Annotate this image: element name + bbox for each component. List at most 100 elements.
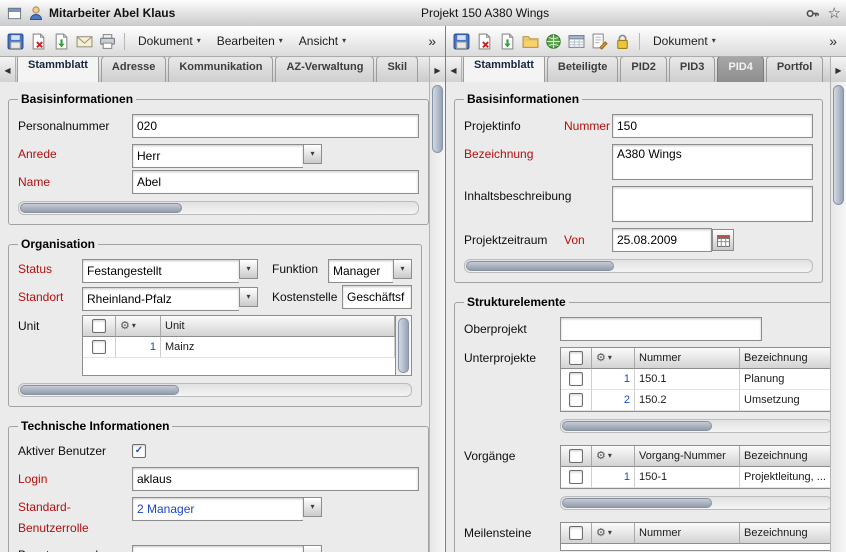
scrollbar-thumb[interactable] — [20, 385, 179, 395]
column-header-bezeichnung[interactable]: Bezeichnung — [740, 523, 831, 544]
tabs-scroll-left-button[interactable]: ◀ — [446, 57, 462, 83]
tab-stammblatt[interactable]: Stammblatt — [463, 57, 545, 83]
globe-icon[interactable] — [543, 31, 564, 52]
tabs-scroll-right-button[interactable]: ▶ — [830, 57, 846, 83]
status-value[interactable]: Festangestellt — [82, 259, 239, 283]
checkbox[interactable] — [569, 470, 583, 484]
bezeichnung-input[interactable]: A380 Wings — [612, 144, 813, 180]
tab-beteiligte[interactable]: Beteiligte — [547, 57, 619, 83]
table-row[interactable]: 1 Mainz — [83, 337, 395, 358]
horizontal-scrollbar[interactable] — [464, 259, 813, 273]
select-all-checkbox[interactable] — [561, 348, 592, 369]
calendar-button[interactable] — [712, 229, 734, 251]
kostenstelle-input[interactable]: Geschäftsf — [342, 285, 412, 309]
edit-document-icon[interactable] — [589, 31, 610, 52]
benutzersprache-value[interactable]: deutsch — [132, 545, 303, 552]
star-icon[interactable]: ☆ — [828, 6, 841, 21]
aktiver-benutzer-checkbox[interactable]: ✓ — [132, 444, 146, 458]
column-header-bezeichnung[interactable]: Bezeichnung — [740, 446, 831, 467]
email-icon[interactable] — [74, 31, 95, 52]
row-number-link[interactable]: 2 — [592, 390, 635, 411]
cell-nummer[interactable]: 150-1 — [635, 467, 740, 488]
checkbox[interactable] — [92, 319, 106, 333]
funktion-select[interactable]: Manager ▾ — [328, 259, 412, 279]
name-input[interactable]: Abel — [132, 170, 419, 194]
cell-bezeichnung[interactable]: Planung — [740, 369, 831, 390]
row-number-link[interactable]: 1 — [592, 467, 635, 488]
cell-bezeichnung[interactable]: Projektleitung, ... — [740, 467, 831, 488]
funktion-value[interactable]: Manager — [328, 259, 393, 283]
gear-menu-button[interactable]: ⚙▾ — [592, 348, 635, 369]
gear-menu-button[interactable]: ⚙▾ — [592, 523, 635, 544]
select-all-checkbox[interactable] — [83, 316, 116, 337]
export-document-icon[interactable] — [497, 31, 518, 52]
cell-bezeichnung[interactable]: Umsetzung — [740, 390, 831, 411]
column-header-bezeichnung[interactable]: Bezeichnung — [740, 348, 831, 369]
menu-ansicht[interactable]: Ansicht ▾ — [292, 31, 353, 51]
tab-az-verwaltung[interactable]: AZ-Verwaltung — [275, 57, 374, 83]
vertical-scrollbar[interactable] — [429, 82, 445, 552]
oberprojekt-input[interactable] — [560, 317, 762, 341]
benutzersprache-select[interactable]: deutsch ▾ — [132, 545, 322, 552]
checkbox[interactable] — [569, 393, 583, 407]
benutzerrolle-dropdown-button[interactable]: ▾ — [303, 497, 322, 517]
von-date-input[interactable]: 25.08.2009 — [612, 228, 712, 252]
tab-kommunikation[interactable]: Kommunikation — [168, 57, 273, 83]
checkbox[interactable] — [92, 340, 106, 354]
save-icon[interactable] — [5, 31, 26, 52]
scrollbar-thumb[interactable] — [562, 421, 712, 431]
select-all-checkbox[interactable] — [561, 523, 592, 544]
row-number-link[interactable]: 1 — [592, 369, 635, 390]
nummer-input[interactable]: 150 — [612, 114, 813, 138]
checkbox[interactable] — [569, 351, 583, 365]
funktion-dropdown-button[interactable]: ▾ — [393, 259, 412, 279]
personalnummer-input[interactable]: 020 — [132, 114, 419, 138]
column-header-unit[interactable]: Unit — [161, 316, 395, 337]
scrollbar-thumb[interactable] — [833, 85, 844, 205]
tabs-scroll-left-button[interactable]: ◀ — [0, 57, 16, 83]
pin-icon[interactable] — [804, 4, 822, 22]
anrede-select[interactable]: Herr ▾ — [132, 144, 322, 164]
cell-nummer[interactable]: 150.2 — [635, 390, 740, 411]
tab-stammblatt[interactable]: Stammblatt — [17, 57, 99, 83]
checkbox[interactable] — [569, 372, 583, 386]
table-row[interactable]: 2 150.2 Umsetzung — [561, 390, 831, 411]
vertical-scrollbar[interactable] — [830, 82, 846, 552]
table-row[interactable]: 1 150.1 Planung — [561, 369, 831, 390]
delete-document-icon[interactable] — [28, 31, 49, 52]
print-icon[interactable] — [97, 31, 118, 52]
tab-pid4[interactable]: PID4 — [717, 57, 763, 83]
scrollbar-thumb[interactable] — [398, 318, 409, 373]
row-checkbox[interactable] — [561, 369, 592, 390]
delete-document-icon[interactable] — [474, 31, 495, 52]
folder-icon[interactable] — [520, 31, 541, 52]
tabs-scroll-right-button[interactable]: ▶ — [429, 57, 445, 83]
benutzerrolle-value[interactable]: 2 Manager — [132, 497, 303, 521]
standort-dropdown-button[interactable]: ▾ — [239, 287, 258, 307]
table-row[interactable]: 1 150-1 Projektleitung, ... — [561, 467, 831, 488]
table-icon[interactable] — [566, 31, 587, 52]
scrollbar-thumb[interactable] — [562, 498, 712, 508]
benutzerrolle-select[interactable]: 2 Manager ▾ — [132, 497, 322, 517]
tab-pid3[interactable]: PID3 — [669, 57, 715, 83]
gear-menu-button[interactable]: ⚙▾ — [116, 316, 161, 337]
row-checkbox[interactable] — [83, 337, 116, 358]
export-document-icon[interactable] — [51, 31, 72, 52]
inhaltsbeschreibung-input[interactable] — [612, 186, 813, 222]
anrede-dropdown-button[interactable]: ▾ — [303, 144, 322, 164]
column-header-vorgang-nummer[interactable]: Vorgang-Nummer — [635, 446, 740, 467]
tab-skills[interactable]: Skil — [376, 57, 418, 83]
standort-value[interactable]: Rheinland-Pfalz — [82, 287, 239, 311]
tab-portfolio[interactable]: Portfol — [766, 57, 823, 83]
row-checkbox[interactable] — [561, 467, 592, 488]
column-header-nummer[interactable]: Nummer — [635, 348, 740, 369]
checkbox[interactable] — [569, 449, 583, 463]
scrollbar-thumb[interactable] — [466, 261, 614, 271]
toolbar-overflow-button[interactable]: » — [424, 33, 440, 49]
horizontal-scrollbar[interactable] — [560, 496, 831, 510]
status-select[interactable]: Festangestellt ▾ — [82, 259, 258, 279]
tab-adresse[interactable]: Adresse — [101, 57, 166, 83]
login-input[interactable]: aklaus — [132, 467, 419, 491]
row-checkbox[interactable] — [561, 390, 592, 411]
gear-menu-button[interactable]: ⚙▾ — [592, 446, 635, 467]
